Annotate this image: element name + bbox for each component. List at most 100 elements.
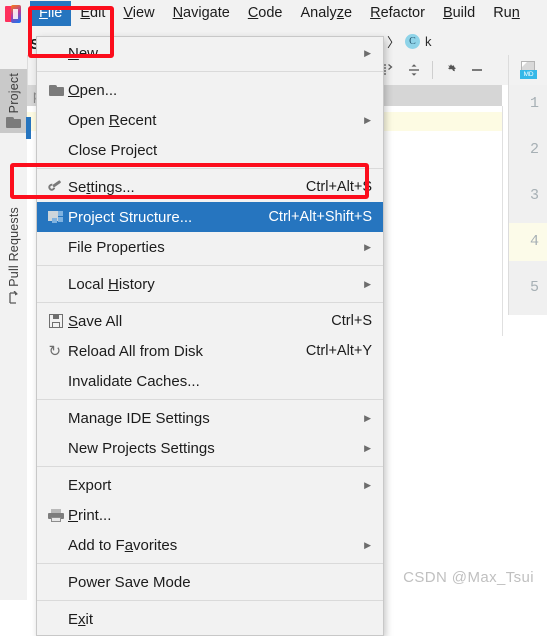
menu-bar-items: File Edit View Navigate Code Analyze Refactor B…: [30, 1, 529, 26]
menu-item-label: Power Save Mode: [68, 573, 191, 591]
menu-item-open[interactable]: Open...: [37, 75, 383, 105]
menu-item-close-project[interactable]: Close Project: [37, 135, 383, 165]
menu-item-label: Open Recent: [68, 111, 157, 129]
line-number: 1: [529, 95, 539, 112]
sidebar-item-pull-requests-label: Pull Requests: [6, 207, 21, 287]
menu-bar-item-run[interactable]: Run: [484, 1, 529, 26]
breadcrumb-trailing-text: k: [425, 34, 432, 49]
line-number: 2: [529, 141, 539, 158]
menu-separator: [37, 466, 383, 467]
menu-separator: [37, 302, 383, 303]
menu-separator: [37, 265, 383, 266]
menu-item-label: Project Structure...: [68, 208, 193, 226]
menu-item-label: Close Project: [68, 141, 158, 159]
menu-item-label: New Projects Settings: [68, 439, 215, 457]
pull-request-icon: [7, 290, 21, 308]
print-icon: [48, 508, 64, 522]
menu-item-project-structure[interactable]: Project Structure... Ctrl+Alt+Shift+S: [37, 202, 383, 232]
menu-item-exit[interactable]: Exit: [37, 604, 383, 634]
submenu-arrow-icon: ▶: [364, 539, 371, 550]
submenu-arrow-icon: ▶: [364, 241, 371, 252]
wrench-icon: [46, 177, 66, 197]
menu-item-print[interactable]: Print...: [37, 500, 383, 530]
menu-separator: [37, 563, 383, 564]
menu-separator: [37, 168, 383, 169]
menu-item-shortcut: Ctrl+Alt+Shift+S: [268, 209, 372, 225]
menu-item-label: Export: [68, 476, 112, 494]
submenu-arrow-icon: ▶: [364, 47, 371, 58]
hide-panel-icon[interactable]: [469, 62, 485, 78]
submenu-arrow-icon: ▶: [364, 114, 371, 125]
menu-item-label: Settings...: [68, 178, 135, 196]
markdown-file-label: MD: [520, 70, 537, 79]
menu-item-label: File Properties: [68, 238, 165, 256]
collapse-all-icon[interactable]: [406, 62, 422, 78]
submenu-arrow-icon: ▶: [364, 278, 371, 289]
sidebar-item-pull-requests[interactable]: Pull Requests: [0, 203, 27, 313]
menu-bar: File Edit View Navigate Code Analyze Refactor B…: [0, 0, 547, 28]
sidebar-item-project-label: Project: [6, 73, 21, 114]
menu-item-label: Local History: [68, 275, 155, 293]
markdown-file-icon: MD: [520, 61, 537, 79]
menu-item-shortcut: Ctrl+Alt+S: [305, 179, 372, 195]
menu-bar-item-file[interactable]: File: [30, 1, 72, 26]
reload-icon: ↻: [48, 342, 62, 360]
markdown-file-tab[interactable]: MD: [508, 55, 547, 85]
menu-item-label: Invalidate Caches...: [68, 372, 200, 390]
menu-item-new-projects-settings[interactable]: New Projects Settings ▶: [37, 433, 383, 463]
menu-item-power-save-mode[interactable]: Power Save Mode: [37, 567, 383, 597]
menu-item-label: Reload All from Disk: [68, 342, 204, 360]
menu-item-label: Open...: [68, 81, 118, 99]
sidebar-item-project[interactable]: Project: [0, 69, 27, 134]
menu-item-export[interactable]: Export ▶: [37, 470, 383, 500]
menu-item-open-recent[interactable]: Open Recent ▶: [37, 105, 383, 135]
menu-bar-item-code[interactable]: Code: [239, 1, 292, 26]
menu-item-manage-ide-settings[interactable]: Manage IDE Settings ▶: [37, 403, 383, 433]
submenu-arrow-icon: ▶: [364, 442, 371, 453]
menu-bar-item-edit[interactable]: Edit: [71, 1, 114, 26]
menu-item-label: Save All: [68, 312, 123, 330]
editor-line-number-gutter: 1 2 3 4 5: [508, 85, 547, 315]
menu-item-settings[interactable]: Settings... Ctrl+Alt+S: [37, 172, 383, 202]
menu-item-label: Print...: [68, 506, 112, 524]
expand-all-icon[interactable]: [382, 63, 396, 77]
intellij-idea-logo-icon: [4, 4, 26, 24]
save-icon: [49, 314, 63, 328]
file-menu-dropdown[interactable]: New ▶ Open... Open Recent ▶ Close Project Sett…: [36, 36, 384, 636]
menu-item-label: New: [68, 44, 99, 62]
menu-separator: [37, 600, 383, 601]
line-number: 3: [529, 187, 539, 204]
selection-marker: [26, 117, 31, 139]
line-number: 4: [529, 233, 539, 250]
menu-item-save-all[interactable]: Save All Ctrl+S: [37, 306, 383, 336]
menu-bar-item-build[interactable]: Build: [434, 1, 484, 26]
submenu-arrow-icon: ▶: [364, 412, 371, 423]
folder-icon: [6, 117, 21, 129]
settings-gear-icon[interactable]: [443, 62, 459, 78]
menu-item-local-history[interactable]: Local History ▶: [37, 269, 383, 299]
folder-open-icon: [48, 84, 64, 96]
menu-item-add-to-favorites[interactable]: Add to Favorites ▶: [37, 530, 383, 560]
ide-window: File Edit View Navigate Code Analyze Refactor B…: [0, 0, 547, 636]
menu-item-shortcut: Ctrl+S: [331, 313, 372, 329]
line-number: 5: [529, 279, 539, 296]
menu-separator: [37, 399, 383, 400]
menu-separator: [37, 71, 383, 72]
class-badge-icon: C: [405, 34, 421, 49]
menu-item-reload-all-from-disk[interactable]: ↻ Reload All from Disk Ctrl+Alt+Y: [37, 336, 383, 366]
breadcrumb-separator: 〉: [387, 35, 401, 50]
menu-bar-item-navigate[interactable]: Navigate: [164, 1, 239, 26]
submenu-arrow-icon: ▶: [364, 479, 371, 490]
watermark: CSDN @Max_Tsui: [403, 569, 534, 586]
menu-item-label: Add to Favorites: [68, 536, 178, 554]
menu-item-new[interactable]: New ▶: [37, 38, 383, 68]
menu-bar-item-analyze[interactable]: Analyze: [292, 1, 362, 26]
menu-bar-item-view[interactable]: View: [114, 1, 163, 26]
left-tool-window-bar: Project Pull Requests: [0, 55, 28, 600]
toolbar-divider: [432, 61, 433, 79]
menu-bar-item-refactor[interactable]: Refactor: [361, 1, 434, 26]
menu-item-file-properties[interactable]: File Properties ▶: [37, 232, 383, 262]
menu-item-shortcut: Ctrl+Alt+Y: [305, 343, 372, 359]
menu-item-invalidate-caches[interactable]: Invalidate Caches...: [37, 366, 383, 396]
menu-item-label: Manage IDE Settings: [68, 409, 210, 427]
